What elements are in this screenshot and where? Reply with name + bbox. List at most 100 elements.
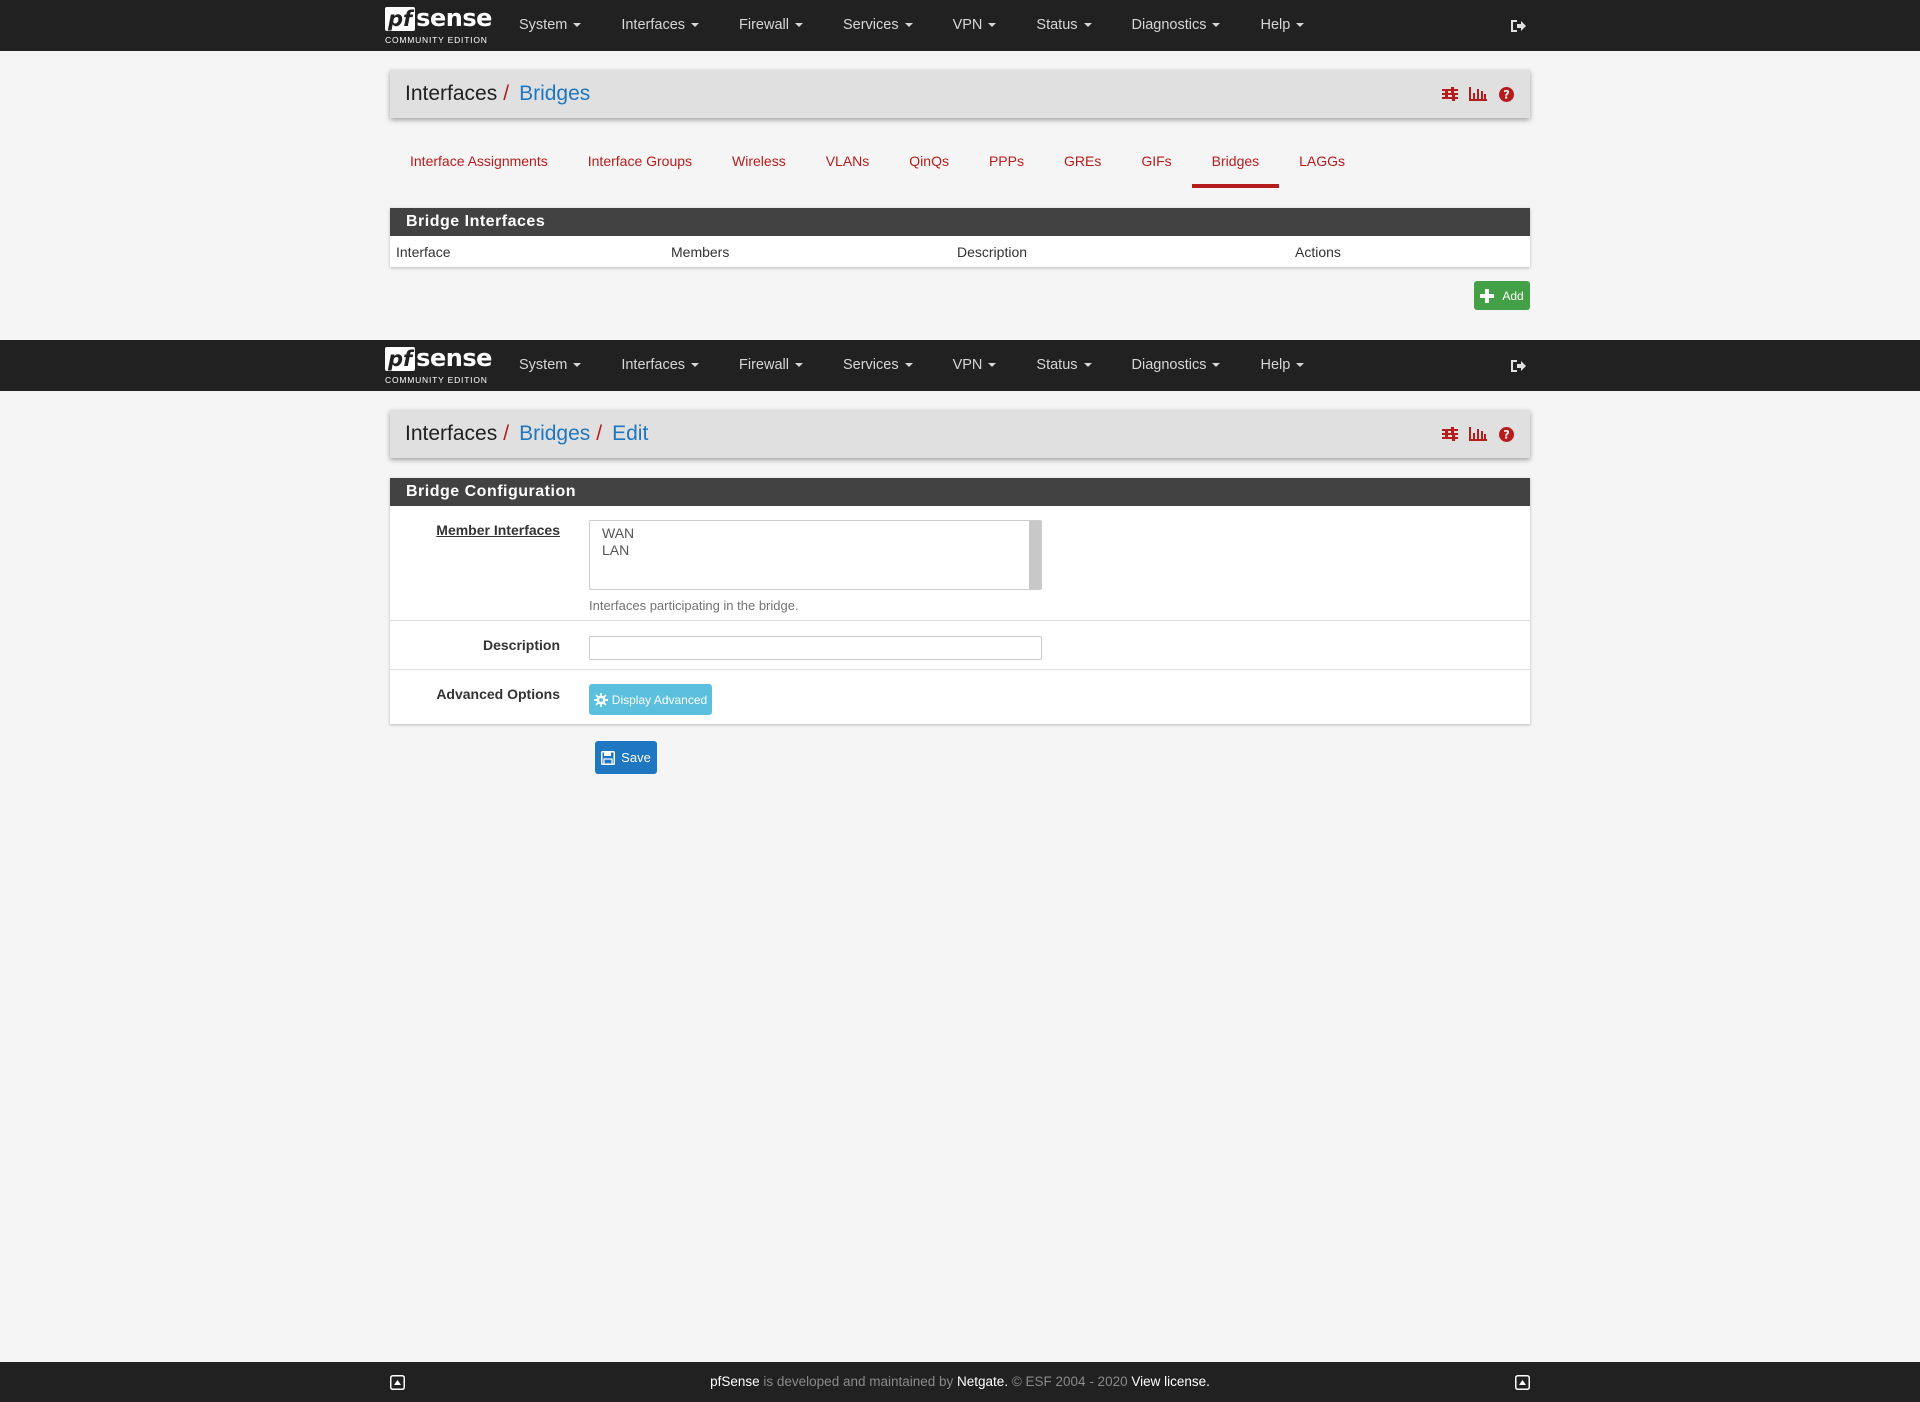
- svg-text:?: ?: [1503, 428, 1510, 441]
- save-button[interactable]: Save: [595, 741, 657, 774]
- column-header-description: Description: [957, 244, 1028, 260]
- tab-gifs[interactable]: GIFs: [1121, 140, 1191, 188]
- nav-status[interactable]: Status: [1016, 0, 1111, 51]
- description-input[interactable]: [589, 636, 1042, 660]
- tab-vlans[interactable]: VLANs: [806, 140, 890, 188]
- tab-interface-groups[interactable]: Interface Groups: [568, 140, 712, 188]
- breadcrumb-root: Interfaces: [405, 82, 498, 105]
- footer-credits: pfSense is developed and maintained by N…: [0, 1362, 1920, 1402]
- display-advanced-button[interactable]: Display Advanced: [589, 684, 712, 715]
- caret-down-icon: [794, 23, 803, 28]
- member-interfaces-help: Interfaces participating in the bridge.: [589, 598, 799, 613]
- caret-down-icon: [988, 23, 997, 28]
- tab-bridges[interactable]: Bridges: [1191, 140, 1280, 188]
- nav-label: Diagnostics: [1131, 17, 1207, 33]
- sliders-icon[interactable]: [1441, 85, 1459, 103]
- bar-chart-icon[interactable]: [1469, 425, 1487, 443]
- footer: pfSense is developed and maintained by N…: [0, 1362, 1920, 1402]
- nav-system[interactable]: System: [499, 340, 601, 391]
- caret-down-icon: [904, 23, 913, 28]
- tab-interface-assignments[interactable]: Interface Assignments: [390, 140, 568, 188]
- breadcrumb-bridges[interactable]: Bridges: [519, 82, 590, 106]
- nav-label: Firewall: [739, 357, 789, 373]
- nav-label: VPN: [952, 357, 983, 373]
- scroll-top-icon-right[interactable]: [1514, 1374, 1530, 1390]
- panel-title: Bridge Configuration: [390, 478, 1530, 506]
- caret-down-icon: [988, 363, 997, 368]
- nav-help[interactable]: Help: [1240, 340, 1324, 391]
- description-row: Description: [390, 621, 1530, 670]
- advanced-options-label: Advanced Options: [436, 686, 560, 702]
- nav-interfaces[interactable]: Interfaces: [601, 340, 719, 391]
- bar-chart-icon[interactable]: [1469, 85, 1487, 103]
- nav-label: Diagnostics: [1131, 357, 1207, 373]
- option-lan[interactable]: LAN: [602, 542, 1029, 559]
- help-icon[interactable]: ?: [1497, 425, 1515, 443]
- tab-ppps[interactable]: PPPs: [969, 140, 1044, 188]
- caret-down-icon: [1212, 23, 1221, 28]
- tab-wireless[interactable]: Wireless: [712, 140, 806, 188]
- option-wan[interactable]: WAN: [602, 525, 1029, 542]
- nav-diagnostics[interactable]: Diagnostics: [1112, 340, 1241, 391]
- breadcrumb-bridges[interactable]: Bridges: [519, 422, 590, 446]
- nav-services[interactable]: Services: [823, 340, 933, 391]
- nav-help[interactable]: Help: [1240, 0, 1324, 51]
- help-icon[interactable]: ?: [1497, 85, 1515, 103]
- panel-title: Bridge Interfaces: [390, 208, 1530, 236]
- svg-text:?: ?: [1503, 88, 1510, 101]
- footer-text-2: © ESF 2004 - 2020: [1008, 1374, 1132, 1389]
- bridge-configuration-panel: Bridge Configuration Member Interfaces W…: [390, 478, 1530, 724]
- nav-label: Interfaces: [621, 17, 686, 33]
- nav-label: Help: [1260, 357, 1291, 373]
- nav-label: System: [519, 17, 568, 33]
- breadcrumb-root: Interfaces: [405, 422, 498, 445]
- nav-status[interactable]: Status: [1016, 340, 1111, 391]
- floppy-disk-icon: [601, 750, 616, 765]
- plus-icon: [1480, 288, 1495, 303]
- logo-subtitle: COMMUNITY EDITION: [385, 35, 488, 45]
- nav-firewall[interactable]: Firewall: [719, 0, 823, 51]
- add-button[interactable]: Add: [1474, 281, 1530, 310]
- nav-label: Interfaces: [621, 357, 686, 373]
- nav-vpn[interactable]: VPN: [933, 0, 1017, 51]
- netgate-link[interactable]: Netgate.: [957, 1374, 1008, 1389]
- tab-gres[interactable]: GREs: [1044, 140, 1121, 188]
- view-license-link[interactable]: View license.: [1131, 1374, 1210, 1389]
- top-navbar: pf sense COMMUNITY EDITION System Interfa…: [0, 0, 1920, 51]
- nav-firewall[interactable]: Firewall: [719, 340, 823, 391]
- nav-label: VPN: [952, 17, 983, 33]
- nav-vpn[interactable]: VPN: [933, 340, 1017, 391]
- tab-laggs[interactable]: LAGGs: [1279, 140, 1365, 188]
- member-interfaces-select[interactable]: WAN LAN: [589, 520, 1042, 590]
- pfsense-logo[interactable]: pf sense COMMUNITY EDITION: [385, 340, 495, 391]
- gear-icon: [593, 692, 608, 707]
- tab-qinqs[interactable]: QinQs: [889, 140, 969, 188]
- main-menu: System Interfaces Firewall Services VPN …: [499, 340, 1324, 391]
- breadcrumb-separator: /: [503, 422, 510, 445]
- nav-label: Help: [1260, 17, 1291, 33]
- footer-text-1: is developed and maintained by: [759, 1374, 958, 1389]
- caret-down-icon: [1212, 363, 1221, 368]
- nav-label: Firewall: [739, 17, 789, 33]
- nav-interfaces[interactable]: Interfaces: [601, 0, 719, 51]
- column-header-members: Members: [671, 244, 730, 260]
- nav-services[interactable]: Services: [823, 0, 933, 51]
- sliders-icon[interactable]: [1441, 425, 1459, 443]
- footer-brand: pfSense: [710, 1374, 760, 1389]
- logout-icon[interactable]: [1506, 354, 1530, 378]
- nav-system[interactable]: System: [499, 0, 601, 51]
- column-header-actions: Actions: [1295, 244, 1341, 260]
- breadcrumb: Interfaces / Bridges ?: [390, 70, 1530, 118]
- select-scrollbar[interactable]: [1029, 521, 1041, 589]
- add-label: Add: [1502, 288, 1524, 303]
- caret-down-icon: [904, 363, 913, 368]
- bridge-interfaces-panel: Bridge Interfaces Interface Members Desc…: [390, 208, 1530, 267]
- nav-diagnostics[interactable]: Diagnostics: [1112, 0, 1241, 51]
- logout-icon[interactable]: [1506, 14, 1530, 38]
- caret-down-icon: [1296, 363, 1305, 368]
- logo-subtitle: COMMUNITY EDITION: [385, 375, 488, 385]
- breadcrumb-edit: Interfaces / Bridges / Edit ?: [390, 410, 1530, 458]
- breadcrumb-edit-link[interactable]: Edit: [612, 422, 648, 446]
- pfsense-logo[interactable]: pf sense COMMUNITY EDITION: [385, 0, 495, 51]
- nav-label: Status: [1036, 17, 1078, 33]
